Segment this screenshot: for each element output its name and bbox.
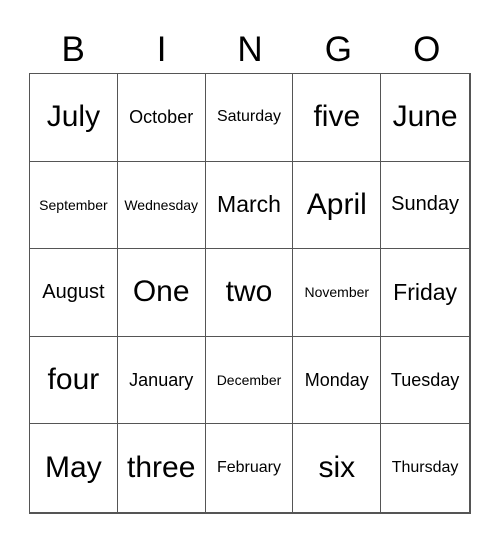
bingo-cell[interactable]: Monday: [293, 336, 382, 425]
bingo-cell[interactable]: three: [118, 424, 206, 512]
header-letter-o: O: [413, 30, 441, 69]
header-letter-i: I: [156, 30, 167, 69]
bingo-cell[interactable]: March: [205, 161, 294, 250]
bingo-cell[interactable]: May: [30, 424, 118, 512]
bingo-cell[interactable]: February: [206, 424, 294, 512]
bingo-cell[interactable]: July: [30, 74, 118, 162]
bingo-cell[interactable]: December: [205, 336, 294, 425]
bingo-cell[interactable]: Saturday: [205, 74, 294, 162]
bingo-cell[interactable]: two: [205, 249, 294, 337]
bingo-cell[interactable]: Sunday: [381, 162, 469, 250]
bingo-card-grid: July October Saturday five June Septembe…: [29, 73, 471, 514]
bingo-cell[interactable]: Wednesday: [117, 161, 206, 250]
bingo-cell[interactable]: October: [117, 74, 206, 162]
bingo-cell[interactable]: April: [293, 161, 382, 250]
bingo-cell[interactable]: One: [117, 249, 206, 337]
bingo-cell[interactable]: four: [30, 336, 118, 425]
bingo-cell[interactable]: Tuesday: [381, 337, 469, 425]
bingo-cell[interactable]: six: [293, 424, 382, 512]
bingo-cell[interactable]: August: [30, 249, 118, 337]
header-letter-g: G: [324, 30, 352, 69]
header-letter-n: N: [237, 30, 263, 69]
bingo-cell[interactable]: Thursday: [381, 424, 469, 512]
bingo-cell[interactable]: September: [30, 161, 118, 250]
bingo-cell[interactable]: five: [293, 74, 382, 162]
bingo-cell[interactable]: Friday: [381, 249, 469, 337]
bingo-header: B I N G O: [29, 28, 471, 72]
bingo-cell[interactable]: June: [381, 74, 469, 162]
header-letter-b: B: [61, 30, 85, 69]
bingo-cell[interactable]: November: [293, 249, 382, 337]
bingo-cell[interactable]: January: [117, 336, 206, 425]
